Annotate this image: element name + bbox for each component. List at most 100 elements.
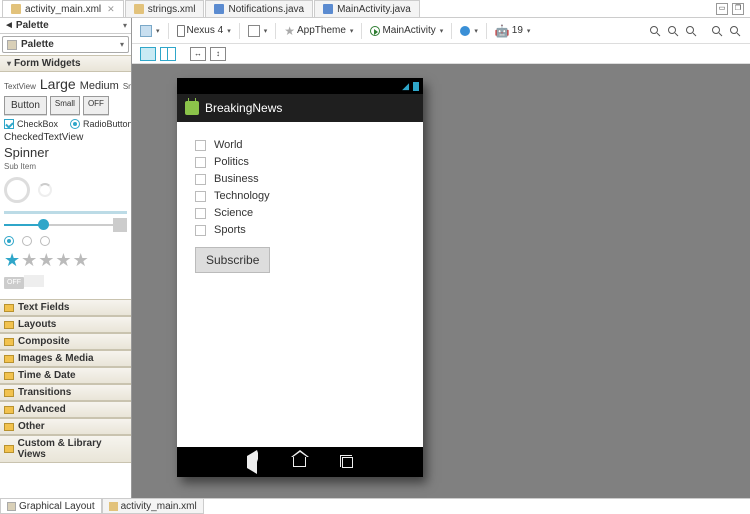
checkbox-icon [195, 157, 206, 168]
layout-icon [7, 502, 16, 511]
tab-strings-xml[interactable]: strings.xml [125, 0, 205, 17]
tab-graphical-layout[interactable]: Graphical Layout [0, 499, 102, 514]
designer-toolbar: ▾ Nexus 4▾ ▾ ★AppTheme▾ MainActivity▾ ▾ … [132, 18, 750, 44]
save-dropdown[interactable]: ▾ [140, 25, 160, 37]
close-icon[interactable]: ✕ [107, 4, 115, 15]
layout-content[interactable]: World Politics Business Technology Scien… [177, 122, 423, 447]
checkbox-icon [4, 119, 14, 129]
zoom-reset-button[interactable] [666, 24, 680, 38]
chevron-down-icon: ▾ [120, 40, 124, 49]
locale-selector[interactable]: ▾ [460, 26, 478, 36]
widget-textview[interactable]: TextView [4, 82, 36, 91]
widget-seekbar[interactable] [4, 218, 127, 232]
checkbox-science[interactable]: Science [195, 207, 405, 219]
view-mode-design[interactable] [140, 47, 156, 61]
device-selector[interactable]: Nexus 4▾ [177, 25, 231, 37]
xml-file-icon [11, 4, 21, 14]
folder-icon [4, 389, 14, 397]
widget-ratingbar[interactable]: ★ ★ ★ ★ ★ [4, 250, 127, 271]
widget-checkbox[interactable]: CheckBox [4, 119, 58, 129]
subscribe-button[interactable]: Subscribe [195, 247, 270, 273]
widget-large-text[interactable]: Large [40, 76, 76, 92]
zoom-out-button[interactable] [728, 24, 742, 38]
tab-notifications-java[interactable]: Notifications.java [205, 0, 313, 17]
section-other[interactable]: Other [0, 418, 131, 435]
checkbox-icon [195, 140, 206, 151]
palette-selector[interactable]: Palette ▾ [2, 36, 129, 53]
widget-radio-on[interactable] [4, 236, 14, 246]
checkbox-sports[interactable]: Sports [195, 224, 405, 236]
xml-file-icon [134, 4, 144, 14]
widget-radiobutton[interactable]: RadioButton [70, 119, 131, 129]
widget-checkedtextview[interactable]: CheckedTextView [4, 132, 127, 143]
activity-icon [370, 26, 380, 36]
checkbox-politics[interactable]: Politics [195, 156, 405, 168]
globe-icon [460, 26, 470, 36]
widget-progress-small[interactable] [38, 183, 52, 197]
checkbox-icon [195, 225, 206, 236]
maximize-view-button[interactable]: ❐ [732, 3, 744, 15]
java-file-icon [323, 4, 333, 14]
toggle-width-button[interactable]: ↔ [190, 47, 206, 61]
section-images-media[interactable]: Images & Media [0, 350, 131, 367]
checkbox-world[interactable]: World [195, 139, 405, 151]
widget-spinner[interactable]: Spinner [4, 145, 127, 160]
widget-subitem[interactable]: Sub Item [4, 162, 127, 171]
editor-bottom-tabs: Graphical Layout activity_main.xml [0, 498, 750, 514]
section-composite[interactable]: Composite [0, 333, 131, 350]
folder-icon [4, 321, 14, 329]
design-canvas[interactable]: ◢ BreakingNews World Politics Business T… [132, 64, 750, 498]
star-icon: ★ [21, 250, 37, 271]
checkbox-technology[interactable]: Technology [195, 190, 405, 202]
star-icon: ★ [284, 24, 295, 38]
recents-nav-icon[interactable] [342, 457, 353, 468]
section-form-widgets[interactable]: ▾Form Widgets [0, 55, 131, 72]
back-nav-icon[interactable] [247, 456, 257, 468]
section-text-fields[interactable]: Text Fields [0, 299, 131, 316]
android-icon: 🤖 [495, 24, 510, 38]
api-selector[interactable]: 🤖19▾ [495, 24, 531, 38]
orientation-selector[interactable]: ▾ [248, 25, 268, 37]
activity-selector[interactable]: MainActivity▾ [370, 25, 443, 36]
folder-icon [4, 304, 14, 312]
radio-icon [70, 119, 80, 129]
java-file-icon [214, 4, 224, 14]
widget-progress-large[interactable] [4, 177, 30, 203]
tab-activity-main-xml[interactable]: activity_main.xml✕ [2, 0, 124, 17]
palette-icon [7, 40, 17, 50]
toggle-height-button[interactable]: ↕ [210, 47, 226, 61]
minimize-view-button[interactable]: ▭ [716, 3, 728, 15]
widget-medium-text[interactable]: Medium [80, 80, 119, 92]
zoom-fit-button[interactable] [648, 24, 662, 38]
section-transitions[interactable]: Transitions [0, 384, 131, 401]
zoom-in-button[interactable] [710, 24, 724, 38]
section-custom-views[interactable]: Custom & Library Views [0, 435, 131, 463]
battery-icon [413, 82, 419, 91]
section-time-date[interactable]: Time & Date [0, 367, 131, 384]
tab-mainactivity-java[interactable]: MainActivity.java [314, 0, 420, 17]
widget-small-text[interactable]: Small [123, 82, 131, 91]
app-bar: BreakingNews [177, 94, 423, 122]
designer-toolbar-2: ↔ ↕ [132, 44, 750, 64]
back-icon[interactable]: ◄ [4, 20, 14, 31]
star-icon: ★ [4, 250, 20, 271]
widget-progressbar[interactable] [4, 211, 127, 214]
folder-icon [4, 355, 14, 363]
checkbox-icon [195, 191, 206, 202]
section-advanced[interactable]: Advanced [0, 401, 131, 418]
star-icon: ★ [73, 250, 89, 271]
widget-toggle-button[interactable]: OFF [83, 96, 109, 115]
home-nav-icon[interactable] [293, 457, 306, 467]
widget-radio-off[interactable] [40, 236, 50, 246]
widget-button[interactable]: Button [4, 96, 47, 115]
view-mode-blueprint[interactable] [160, 47, 176, 61]
checkbox-business[interactable]: Business [195, 173, 405, 185]
section-layouts[interactable]: Layouts [0, 316, 131, 333]
zoom-actual-button[interactable] [684, 24, 698, 38]
widget-small-button[interactable]: Small [50, 96, 80, 115]
widget-switch[interactable]: OFF [4, 277, 24, 289]
theme-selector[interactable]: ★AppTheme▾ [284, 24, 353, 38]
widget-radio-off[interactable] [22, 236, 32, 246]
folder-icon [4, 338, 14, 346]
tab-source-xml[interactable]: activity_main.xml [102, 499, 204, 514]
